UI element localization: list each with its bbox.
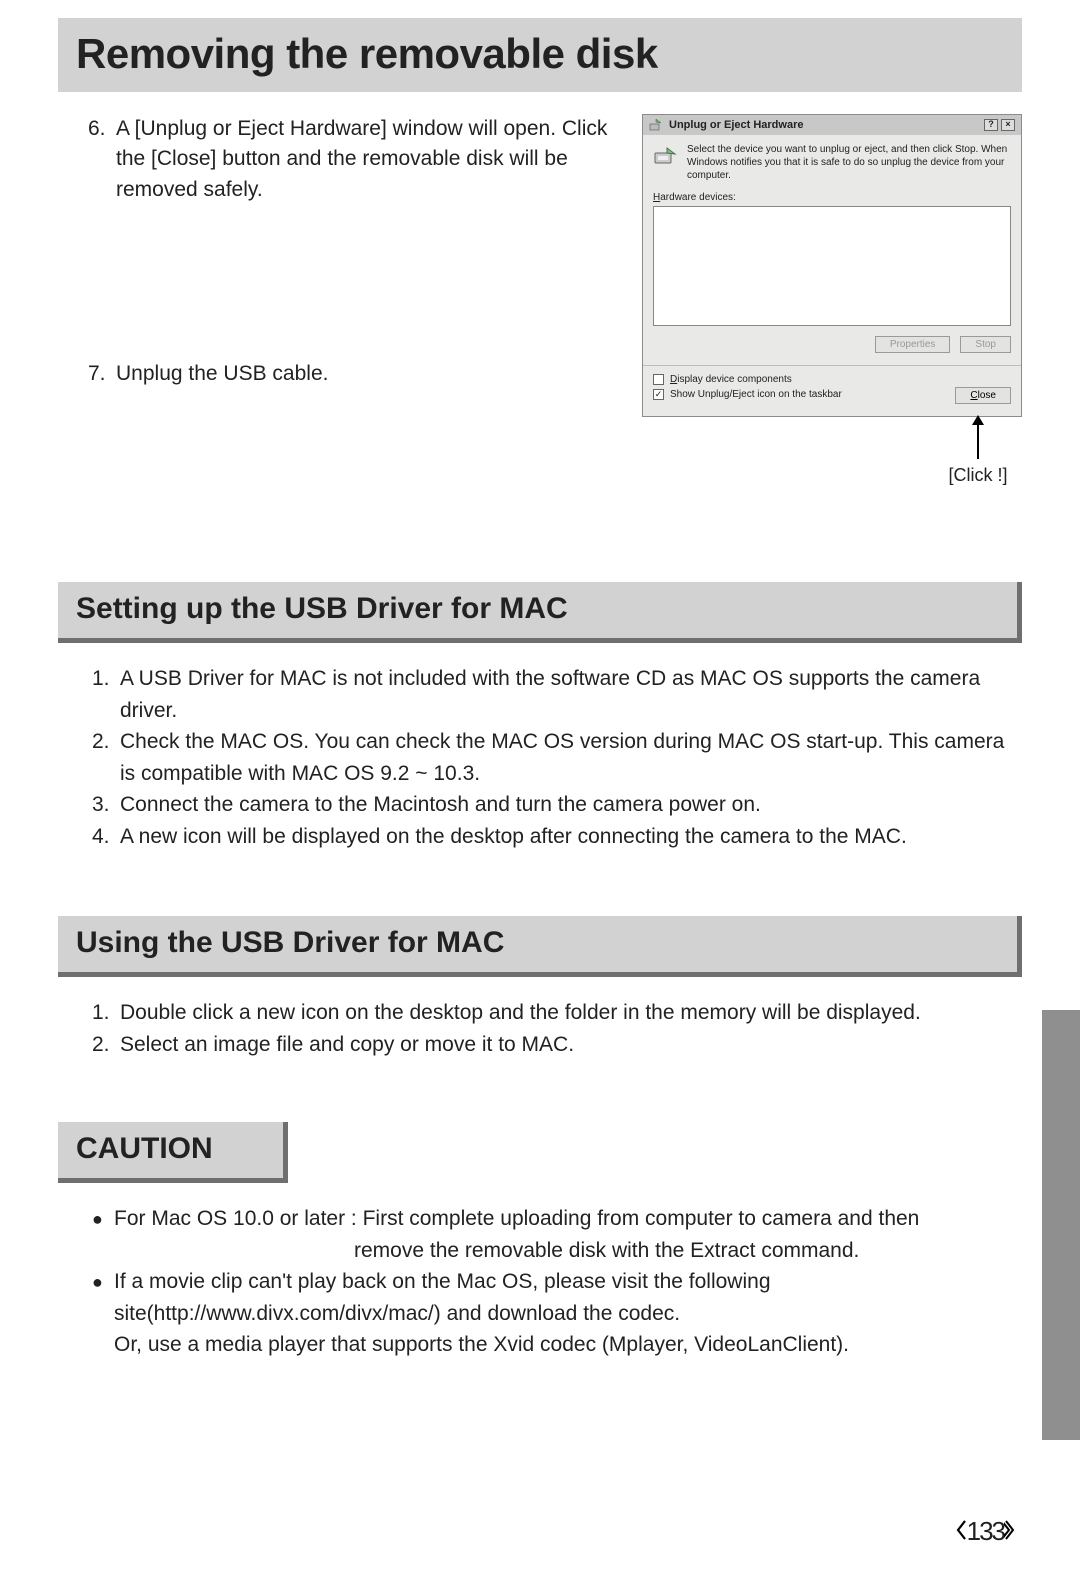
list-item-number: 4. xyxy=(92,821,120,853)
hardware-info-icon xyxy=(653,143,679,169)
list-item-text: A USB Driver for MAC is not included wit… xyxy=(120,663,1022,726)
bullet-icon: ● xyxy=(92,1266,114,1298)
dialog-help-button[interactable]: ? xyxy=(984,119,998,131)
step-7-number: 7. xyxy=(88,359,116,389)
caution-item-2-line-2: site(http://www.divx.com/divx/mac/) and … xyxy=(92,1298,1022,1330)
double-angle-left-icon xyxy=(955,1520,967,1540)
list-item-text: Select an image file and copy or move it… xyxy=(120,1029,1022,1061)
list-item-text: Check the MAC OS. You can check the MAC … xyxy=(120,726,1022,789)
step-6-number: 6. xyxy=(88,114,116,205)
dialog-instruction-text: Select the device you want to unplug or … xyxy=(687,143,1011,182)
dialog-close-x-button[interactable]: × xyxy=(1001,119,1015,131)
list-item-number: 3. xyxy=(92,789,120,821)
eject-device-icon xyxy=(649,118,663,132)
section-header-setup-usb-mac: Setting up the USB Driver for MAC xyxy=(58,582,1022,643)
dialog-titlebar: Unplug or Eject Hardware ? × xyxy=(643,115,1021,135)
caution-item-2-line-1: If a movie clip can't play back on the M… xyxy=(114,1266,771,1298)
page-side-tab xyxy=(1042,1010,1080,1440)
section-setup-usb-mac-list: 1.A USB Driver for MAC is not included w… xyxy=(92,663,1022,852)
section-using-usb-mac-list: 1.Double click a new icon on the desktop… xyxy=(92,997,1022,1060)
list-item-text: Connect the camera to the Macintosh and … xyxy=(120,789,1022,821)
click-annotation: [Click !] xyxy=(946,465,1010,486)
step-7: 7. Unplug the USB cable. xyxy=(88,359,620,389)
caution-item-2-line-3: Or, use a media player that supports the… xyxy=(92,1329,1022,1361)
show-taskbar-icon-checkbox-row[interactable]: ✓ Show Unplug/Eject icon on the taskbar xyxy=(653,389,842,400)
page-number: 133 xyxy=(955,1516,1016,1547)
list-item-number: 1. xyxy=(92,663,120,726)
dialog-title: Unplug or Eject Hardware xyxy=(669,119,803,131)
properties-button[interactable]: Properties xyxy=(875,336,951,353)
caution-item-1-line-1: For Mac OS 10.0 or later : First complet… xyxy=(114,1203,919,1235)
hardware-devices-label: Hardware devices: xyxy=(653,192,1011,203)
unplug-eject-dialog: Unplug or Eject Hardware ? × Se xyxy=(642,114,1022,417)
close-button[interactable]: Close xyxy=(955,387,1011,404)
caution-item-1-line-2: remove the removable disk with the Extra… xyxy=(92,1235,1022,1267)
page-title: Removing the removable disk xyxy=(58,18,1022,92)
stop-button[interactable]: Stop xyxy=(960,336,1011,353)
list-item-number: 2. xyxy=(92,1029,120,1061)
bullet-icon: ● xyxy=(92,1203,114,1235)
section-header-caution: CAUTION xyxy=(58,1122,288,1183)
checkbox-unchecked-icon xyxy=(653,374,664,385)
double-angle-right-icon xyxy=(1004,1520,1016,1540)
step-6-text: A [Unplug or Eject Hardware] window will… xyxy=(116,114,620,205)
arrow-up-icon xyxy=(977,417,979,459)
step-7-text: Unplug the USB cable. xyxy=(116,359,328,389)
step-6: 6. A [Unplug or Eject Hardware] window w… xyxy=(88,114,620,205)
checkbox-checked-icon: ✓ xyxy=(653,389,664,400)
display-components-checkbox-row[interactable]: Display device components xyxy=(653,374,842,385)
list-item-text: Double click a new icon on the desktop a… xyxy=(120,997,1022,1029)
hardware-devices-list[interactable] xyxy=(653,206,1011,326)
list-item-number: 1. xyxy=(92,997,120,1029)
list-item-number: 2. xyxy=(92,726,120,789)
list-item-text: A new icon will be displayed on the desk… xyxy=(120,821,1022,853)
caution-body: ●For Mac OS 10.0 or later : First comple… xyxy=(92,1203,1022,1361)
section-header-using-usb-mac: Using the USB Driver for MAC xyxy=(58,916,1022,977)
